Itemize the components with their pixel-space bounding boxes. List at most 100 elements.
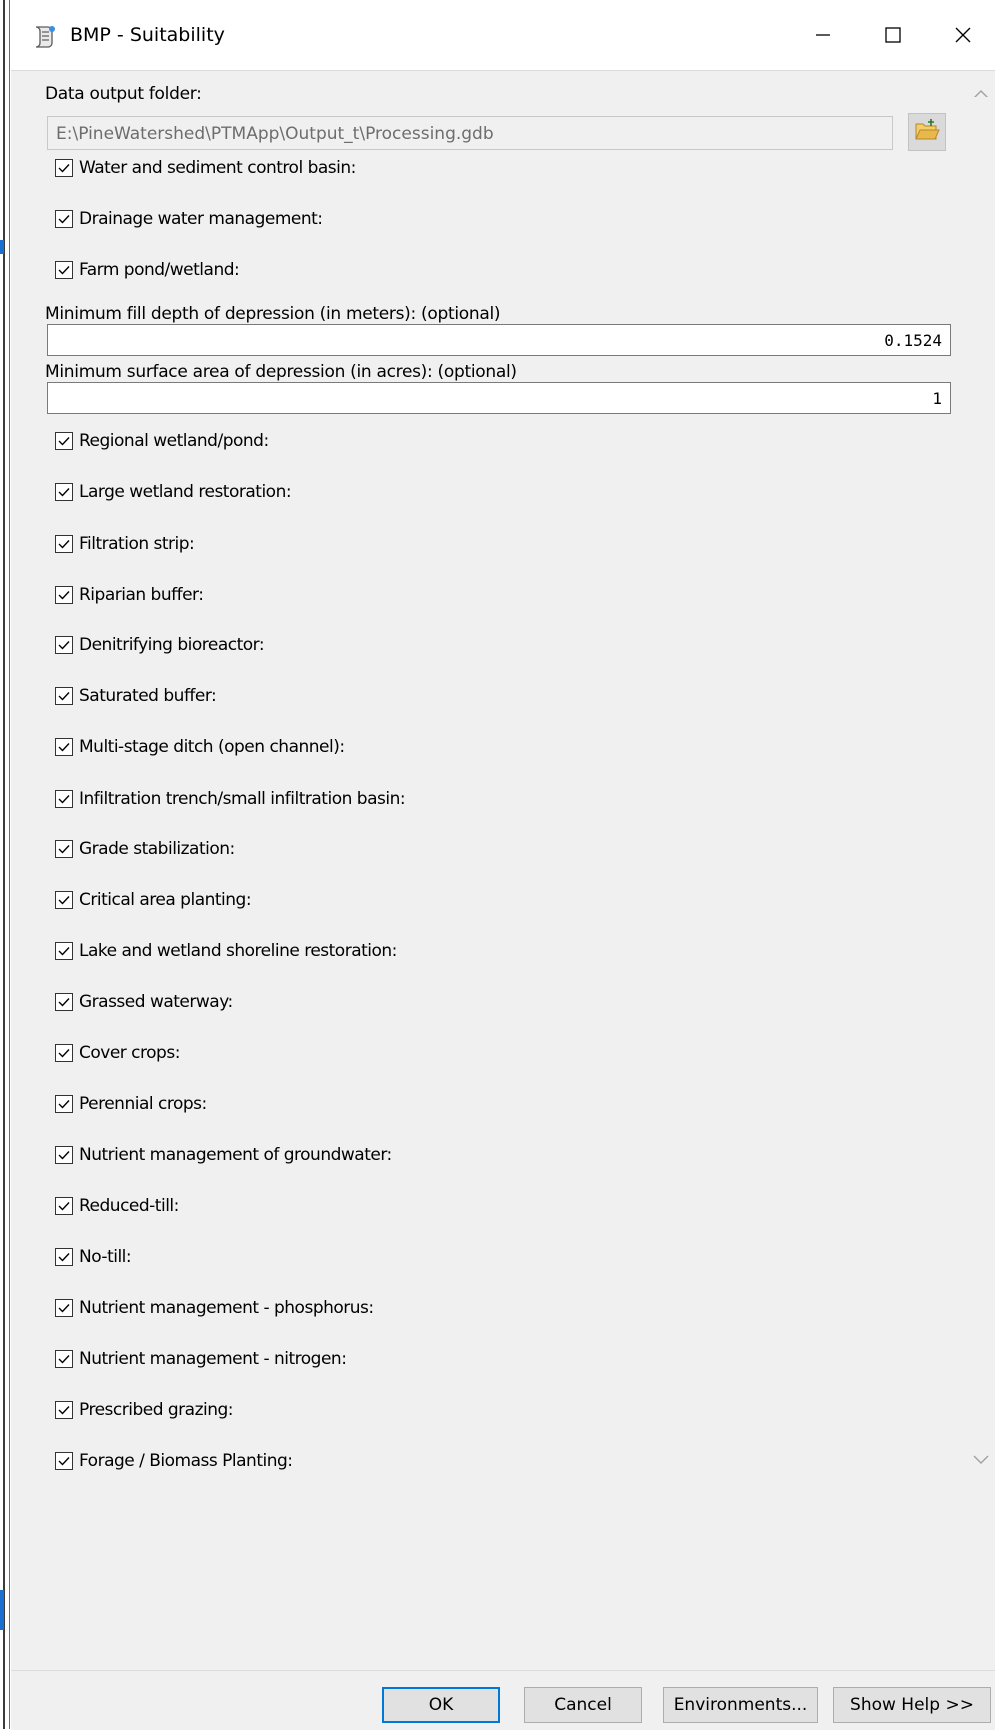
checkbox[interactable] bbox=[55, 1452, 73, 1470]
checkbox-row-riparian-buffer[interactable]: Riparian buffer: bbox=[55, 581, 204, 609]
checkbox[interactable] bbox=[55, 432, 73, 450]
checkbox-label: No-till: bbox=[79, 1247, 132, 1267]
vertical-scrollbar[interactable] bbox=[967, 71, 995, 1669]
checkbox-label: Lake and wetland shoreline restoration: bbox=[79, 941, 397, 961]
show-help-button[interactable]: Show Help >> bbox=[833, 1687, 991, 1723]
script-tool-icon bbox=[32, 23, 58, 49]
checkbox-row-critical-area-planting[interactable]: Critical area planting: bbox=[55, 886, 252, 914]
checkbox[interactable] bbox=[55, 1248, 73, 1266]
checkbox[interactable] bbox=[55, 1095, 73, 1113]
dialog-window: BMP - Suitability Data output folder: E:… bbox=[9, 0, 995, 1730]
checkbox-label: Prescribed grazing: bbox=[79, 1400, 234, 1420]
background-window-edge bbox=[0, 0, 9, 1729]
title-bar[interactable]: BMP - Suitability bbox=[10, 0, 995, 70]
checkbox-label: Grade stabilization: bbox=[79, 839, 235, 859]
checkbox-label: Drainage water management: bbox=[79, 209, 323, 229]
chevron-down-icon bbox=[972, 1453, 990, 1471]
checkbox[interactable] bbox=[55, 1197, 73, 1215]
checkbox-row-nutrient-phosphorus[interactable]: Nutrient management - phosphorus: bbox=[55, 1294, 374, 1322]
checkbox[interactable] bbox=[55, 891, 73, 909]
checkbox[interactable] bbox=[55, 1401, 73, 1419]
checkbox-label: Filtration strip: bbox=[79, 534, 195, 554]
checkbox-label: Saturated buffer: bbox=[79, 686, 217, 706]
environments-button[interactable]: Environments... bbox=[663, 1687, 818, 1723]
maximize-button[interactable] bbox=[862, 0, 924, 70]
checkbox-label: Regional wetland/pond: bbox=[79, 431, 269, 451]
checkbox[interactable] bbox=[55, 942, 73, 960]
checkbox-label: Perennial crops: bbox=[79, 1094, 207, 1114]
checkbox-row-grassed-waterway[interactable]: Grassed waterway: bbox=[55, 988, 233, 1016]
checkbox-row-drainage-water[interactable]: Drainage water management: bbox=[55, 205, 323, 233]
checkbox[interactable] bbox=[55, 840, 73, 858]
checkbox-row-farm-pond[interactable]: Farm pond/wetland: bbox=[55, 256, 240, 284]
minimize-button[interactable] bbox=[792, 0, 854, 70]
checkbox[interactable] bbox=[55, 210, 73, 228]
checkbox-label: Forage / Biomass Planting: bbox=[79, 1451, 293, 1471]
checkbox-row-reduced-till[interactable]: Reduced-till: bbox=[55, 1192, 179, 1220]
checkbox-label: Reduced-till: bbox=[79, 1196, 179, 1216]
checkbox-row-forage-biomass[interactable]: Forage / Biomass Planting: bbox=[55, 1447, 293, 1475]
open-folder-icon bbox=[914, 118, 940, 147]
checkbox-row-shoreline-restoration[interactable]: Lake and wetland shoreline restoration: bbox=[55, 937, 397, 965]
checkbox[interactable] bbox=[55, 738, 73, 756]
checkbox-row-infiltration-trench[interactable]: Infiltration trench/small infiltration b… bbox=[55, 785, 406, 813]
cancel-button[interactable]: Cancel bbox=[524, 1687, 642, 1723]
depth-label: Minimum fill depth of depression (in met… bbox=[45, 304, 501, 324]
checkbox-row-grade-stabilization[interactable]: Grade stabilization: bbox=[55, 835, 235, 863]
checkbox-row-nutrient-groundwater[interactable]: Nutrient management of groundwater: bbox=[55, 1141, 392, 1169]
checkbox[interactable] bbox=[55, 535, 73, 553]
checkbox-row-large-wetland[interactable]: Large wetland restoration: bbox=[55, 478, 292, 506]
close-button[interactable] bbox=[932, 0, 994, 70]
checkbox-row-nutrient-nitrogen[interactable]: Nutrient management - nitrogen: bbox=[55, 1345, 347, 1373]
close-icon bbox=[954, 26, 972, 44]
scroll-down-button[interactable] bbox=[970, 1451, 992, 1473]
checkbox[interactable] bbox=[55, 1146, 73, 1164]
checkbox-label: Water and sediment control basin: bbox=[79, 158, 356, 178]
depth-input[interactable]: 0.1524 bbox=[47, 324, 951, 356]
maximize-icon bbox=[884, 26, 902, 44]
ok-button[interactable]: OK bbox=[382, 1687, 500, 1723]
checkbox-label: Nutrient management - phosphorus: bbox=[79, 1298, 374, 1318]
browse-folder-button[interactable] bbox=[908, 113, 946, 151]
checkbox[interactable] bbox=[55, 790, 73, 808]
checkbox-label: Denitrifying bioreactor: bbox=[79, 635, 265, 655]
checkbox-row-perennial-crops[interactable]: Perennial crops: bbox=[55, 1090, 207, 1118]
minimize-icon bbox=[814, 26, 832, 44]
area-label: Minimum surface area of depression (in a… bbox=[45, 362, 517, 382]
checkbox[interactable] bbox=[55, 159, 73, 177]
checkbox-row-no-till[interactable]: No-till: bbox=[55, 1243, 132, 1271]
checkbox-row-denitrifying-bioreactor[interactable]: Denitrifying bioreactor: bbox=[55, 631, 265, 659]
checkbox-row-cover-crops[interactable]: Cover crops: bbox=[55, 1039, 180, 1067]
checkbox-row-prescribed-grazing[interactable]: Prescribed grazing: bbox=[55, 1396, 234, 1424]
checkbox[interactable] bbox=[55, 687, 73, 705]
button-bar: OK Cancel Environments... Show Help >> bbox=[11, 1670, 995, 1730]
checkbox-label: Grassed waterway: bbox=[79, 992, 233, 1012]
checkbox[interactable] bbox=[55, 636, 73, 654]
checkbox[interactable] bbox=[55, 1044, 73, 1062]
checkbox[interactable] bbox=[55, 1299, 73, 1317]
checkbox-row-multi-stage-ditch[interactable]: Multi-stage ditch (open channel): bbox=[55, 733, 345, 761]
checkbox-label: Riparian buffer: bbox=[79, 585, 204, 605]
checkbox-label: Nutrient management of groundwater: bbox=[79, 1145, 392, 1165]
output-folder-field[interactable]: E:\PineWatershed\PTMApp\Output_t\Process… bbox=[47, 116, 893, 150]
window-title: BMP - Suitability bbox=[70, 24, 225, 46]
checkbox-label: Critical area planting: bbox=[79, 890, 252, 910]
scrollbar-thumb[interactable] bbox=[971, 97, 991, 1637]
checkbox-label: Large wetland restoration: bbox=[79, 482, 292, 502]
checkbox[interactable] bbox=[55, 1350, 73, 1368]
dialog-content: Data output folder: E:\PineWatershed\PTM… bbox=[11, 70, 995, 1730]
checkbox-row-water-sediment[interactable]: Water and sediment control basin: bbox=[55, 154, 356, 182]
checkbox-label: Farm pond/wetland: bbox=[79, 260, 240, 280]
area-input[interactable]: 1 bbox=[47, 382, 951, 414]
checkbox[interactable] bbox=[55, 993, 73, 1011]
checkbox-row-saturated-buffer[interactable]: Saturated buffer: bbox=[55, 682, 217, 710]
checkbox[interactable] bbox=[55, 483, 73, 501]
checkbox-label: Cover crops: bbox=[79, 1043, 180, 1063]
checkbox-label: Nutrient management - nitrogen: bbox=[79, 1349, 347, 1369]
checkbox-label: Infiltration trench/small infiltration b… bbox=[79, 789, 406, 809]
checkbox[interactable] bbox=[55, 261, 73, 279]
checkbox[interactable] bbox=[55, 586, 73, 604]
checkbox-row-regional-wetland[interactable]: Regional wetland/pond: bbox=[55, 427, 269, 455]
output-folder-label: Data output folder: bbox=[45, 84, 202, 104]
checkbox-row-filtration-strip[interactable]: Filtration strip: bbox=[55, 530, 195, 558]
